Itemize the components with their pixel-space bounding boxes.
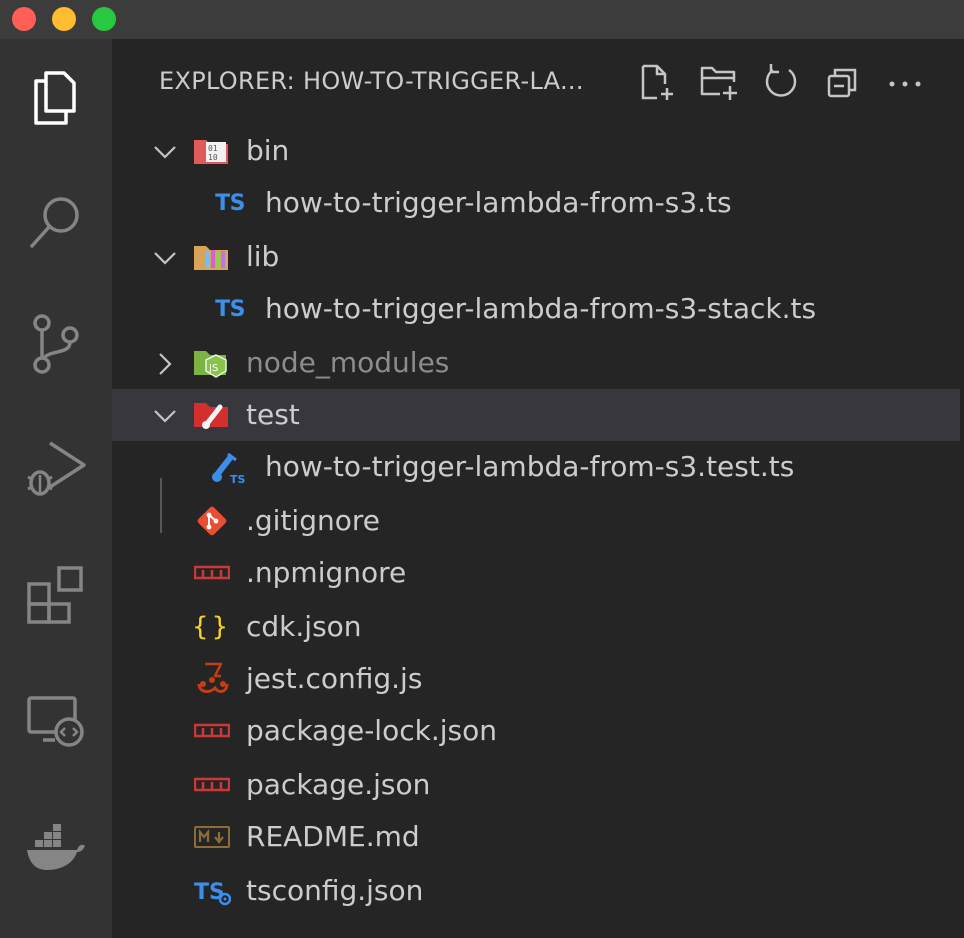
minimize-window-button[interactable] xyxy=(52,7,76,31)
tree-item-node-modules[interactable]: JS node_modules xyxy=(112,337,960,389)
new-folder-button[interactable] xyxy=(696,59,742,105)
activity-explorer-button[interactable] xyxy=(0,47,112,147)
run-debug-icon xyxy=(27,441,86,496)
npm-icon xyxy=(192,769,232,801)
source-control-icon xyxy=(33,314,79,374)
typescript-icon: TS xyxy=(215,190,245,216)
extensions-icon xyxy=(27,566,83,624)
maximize-window-button[interactable] xyxy=(92,7,116,31)
activity-search-button[interactable] xyxy=(0,171,112,271)
refresh-icon xyxy=(765,64,797,97)
svg-text:01: 01 xyxy=(208,144,218,153)
tree-item-lib[interactable]: lib xyxy=(112,231,960,283)
tree-item-bin[interactable]: 01 10 bin xyxy=(112,125,960,177)
collapse-all-button[interactable] xyxy=(820,59,866,105)
new-folder-icon xyxy=(700,66,737,100)
files-icon xyxy=(34,71,76,125)
tree-item-label: node_modules xyxy=(246,346,450,379)
collapse-all-icon xyxy=(827,68,857,98)
tree-item-readme[interactable]: README.md xyxy=(112,811,960,863)
close-window-button[interactable] xyxy=(12,7,36,31)
activity-remote-explorer-button[interactable] xyxy=(0,672,112,772)
tree-item-label: package-lock.json xyxy=(246,714,497,747)
folder-bin-icon: 01 10 xyxy=(192,135,232,167)
tree-item-lib-ts[interactable]: TS how-to-trigger-lambda-from-s3-stack.t… xyxy=(112,283,960,335)
explorer-title: EXPLORER: HOW-TO-TRIGGER-LA... xyxy=(159,67,584,95)
git-icon xyxy=(192,505,232,537)
tree-item-test[interactable]: test xyxy=(112,389,960,441)
tree-item-gitignore[interactable]: .gitignore xyxy=(112,495,960,547)
folder-test-icon xyxy=(192,399,232,431)
tree-item-label: test xyxy=(246,398,300,431)
tree-item-label: lib xyxy=(246,240,280,273)
more-actions-button[interactable] xyxy=(882,59,928,105)
tree-item-label: how-to-trigger-lambda-from-s3-stack.ts xyxy=(265,292,817,325)
tree-item-label: .npmignore xyxy=(246,556,407,589)
folder-lib-icon xyxy=(192,241,232,273)
typescript-icon: TS xyxy=(215,296,245,322)
jest-icon xyxy=(192,662,232,695)
markdown-icon xyxy=(192,821,232,853)
tree-item-bin-ts[interactable]: TS how-to-trigger-lambda-from-s3.ts xyxy=(112,177,960,229)
chevron-down-icon xyxy=(154,410,176,423)
new-file-icon xyxy=(641,64,673,100)
refresh-button[interactable] xyxy=(758,59,804,105)
remote-explorer-icon xyxy=(27,696,84,747)
svg-text:JS: JS xyxy=(208,363,218,374)
chevron-down-icon xyxy=(154,146,176,159)
tree-item-cdk-json[interactable]: {} cdk.json xyxy=(112,601,960,653)
npm-icon xyxy=(192,715,232,747)
chevron-down-icon xyxy=(154,252,176,265)
tree-item-label: how-to-trigger-lambda-from-s3.test.ts xyxy=(265,450,795,483)
tree-item-label: bin xyxy=(246,134,290,167)
tree-item-package-lock[interactable]: package-lock.json xyxy=(112,705,960,757)
tree-item-package-json[interactable]: package.json xyxy=(112,759,960,811)
docker-icon xyxy=(27,824,85,870)
npm-icon xyxy=(192,557,232,589)
search-icon xyxy=(30,197,79,248)
tree-item-test-ts[interactable]: TS how-to-trigger-lambda-from-s3.test.ts xyxy=(112,441,960,493)
activity-run-debug-button[interactable] xyxy=(0,419,112,519)
new-file-button[interactable] xyxy=(634,59,680,105)
explorer-header: EXPLORER: HOW-TO-TRIGGER-LA... xyxy=(112,39,964,123)
tree-item-label: jest.config.js xyxy=(246,662,423,695)
svg-text:10: 10 xyxy=(208,153,218,162)
tree-item-label: README.md xyxy=(246,820,420,853)
title-bar xyxy=(0,0,964,39)
tree-item-label: cdk.json xyxy=(246,610,362,643)
tree-item-label: how-to-trigger-lambda-from-s3.ts xyxy=(265,186,732,219)
tree-item-tsconfig[interactable]: TS tsconfig.json xyxy=(112,865,960,917)
tree-item-npmignore[interactable]: .npmignore xyxy=(112,547,960,599)
folder-node-icon: JS xyxy=(192,347,232,379)
svg-text:TS: TS xyxy=(230,473,246,484)
activity-docker-button[interactable] xyxy=(0,797,112,897)
tree-item-label: tsconfig.json xyxy=(246,874,424,907)
test-ts-icon: TS xyxy=(210,451,250,484)
tree-item-label: .gitignore xyxy=(246,504,380,537)
chevron-right-icon xyxy=(159,353,172,375)
more-icon xyxy=(889,81,921,87)
tsconfig-icon: TS xyxy=(192,875,232,907)
explorer-sidebar: EXPLORER: HOW-TO-TRIGGER-LA... 01 10 bin… xyxy=(112,39,964,938)
activity-source-control-button[interactable] xyxy=(0,294,112,394)
tree-item-label: package.json xyxy=(246,768,431,801)
activity-extensions-button[interactable] xyxy=(0,545,112,645)
tree-item-jest-config[interactable]: jest.config.js xyxy=(112,653,960,705)
activity-bar xyxy=(0,39,112,938)
json-icon: {} xyxy=(192,612,232,642)
